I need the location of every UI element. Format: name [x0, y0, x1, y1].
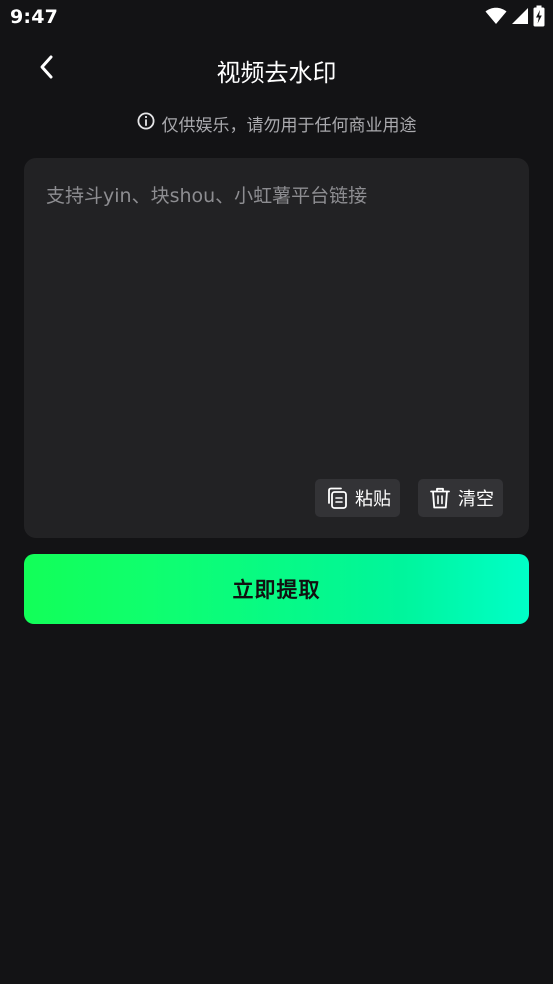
clear-button-label: 清空 [458, 489, 494, 510]
paste-icon [324, 485, 350, 511]
page-title: 视频去水印 [216, 59, 337, 87]
battery-charging-icon [533, 5, 545, 31]
link-input[interactable] [24, 158, 529, 458]
info-circle-icon [137, 112, 155, 135]
trash-icon [427, 485, 453, 511]
paste-button[interactable]: 粘贴 [315, 479, 400, 517]
extract-now-label: 立即提取 [232, 578, 321, 602]
status-icons [485, 5, 545, 31]
link-input-card: 粘贴 清空 [24, 158, 529, 538]
paste-button-label: 粘贴 [355, 489, 391, 510]
status-bar: 9:47 [0, 0, 553, 36]
video-watermark-remover-screen: 9:47 视频去水印 仅供娱乐，请勿用于任何商业用途 支持斗yin、块shou、… [0, 0, 553, 984]
extract-now-button[interactable]: 立即提取 [24, 554, 529, 624]
disclaimer-text: 仅供娱乐，请勿用于任何商业用途 [161, 115, 417, 136]
status-time: 9:47 [10, 6, 59, 28]
clear-button[interactable]: 清空 [418, 479, 503, 517]
header: 视频去水印 [0, 40, 553, 98]
disclaimer-notice: 仅供娱乐，请勿用于任何商业用途 [0, 110, 553, 136]
cellular-signal-icon [511, 7, 529, 29]
card-actions: 粘贴 清空 [315, 479, 503, 517]
wifi-icon [485, 7, 507, 29]
